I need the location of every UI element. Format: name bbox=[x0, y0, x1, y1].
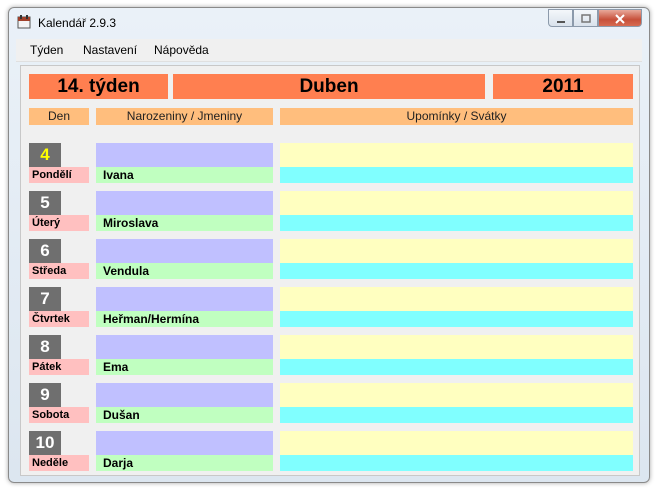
menu-nastaveni[interactable]: Nastavení bbox=[83, 43, 137, 57]
reminder-cell[interactable] bbox=[280, 239, 633, 263]
birthday-cell[interactable] bbox=[96, 287, 273, 311]
day-number: 8 bbox=[29, 335, 61, 359]
day-row-monday: 4 Pondělí Ivana bbox=[21, 143, 641, 187]
menu-napoveda[interactable]: Nápověda bbox=[154, 43, 209, 57]
reminder-cell[interactable] bbox=[280, 143, 633, 167]
calendar-app-icon bbox=[17, 15, 31, 29]
holiday-cell[interactable] bbox=[280, 215, 633, 231]
nameday-cell[interactable]: Ema bbox=[96, 359, 273, 375]
day-name: Neděle bbox=[29, 455, 89, 471]
column-header-birthdays: Narozeniny / Jmeniny bbox=[96, 108, 273, 125]
holiday-cell[interactable] bbox=[280, 455, 633, 471]
holiday-cell[interactable] bbox=[280, 263, 633, 279]
close-icon bbox=[615, 14, 625, 24]
nameday-cell[interactable]: Heřman/Hermína bbox=[96, 311, 273, 327]
day-name: Středa bbox=[29, 263, 89, 279]
day-row-tuesday: 5 Úterý Miroslava bbox=[21, 191, 641, 235]
caption-buttons bbox=[548, 9, 642, 27]
reminder-cell[interactable] bbox=[280, 287, 633, 311]
nameday-cell[interactable]: Darja bbox=[96, 455, 273, 471]
day-name: Čtvrtek bbox=[29, 311, 89, 327]
window-title: Kalendář 2.9.3 bbox=[38, 16, 117, 30]
day-number: 10 bbox=[29, 431, 61, 455]
birthday-cell[interactable] bbox=[96, 335, 273, 359]
day-name: Pondělí bbox=[29, 167, 89, 183]
maximize-icon bbox=[580, 14, 591, 23]
reminder-cell[interactable] bbox=[280, 191, 633, 215]
day-name: Úterý bbox=[29, 215, 89, 231]
day-number: 5 bbox=[29, 191, 61, 215]
day-number: 6 bbox=[29, 239, 61, 263]
nameday-cell[interactable]: Dušan bbox=[96, 407, 273, 423]
menu-tyden[interactable]: Týden bbox=[30, 43, 63, 57]
column-header-reminders: Upomínky / Svátky bbox=[280, 108, 633, 125]
day-row-friday: 8 Pátek Ema bbox=[21, 335, 641, 379]
birthday-cell[interactable] bbox=[96, 143, 273, 167]
menu-bar: Týden Nastavení Nápověda bbox=[16, 39, 642, 62]
day-name: Sobota bbox=[29, 407, 89, 423]
holiday-cell[interactable] bbox=[280, 407, 633, 423]
title-bar[interactable]: Kalendář 2.9.3 bbox=[9, 8, 649, 36]
column-header-day: Den bbox=[29, 108, 89, 125]
reminder-cell[interactable] bbox=[280, 383, 633, 407]
holiday-cell[interactable] bbox=[280, 311, 633, 327]
minimize-icon bbox=[556, 21, 565, 23]
calendar-panel: 14. týden Duben 2011 Den Narozeniny / Jm… bbox=[20, 65, 640, 476]
nameday-cell[interactable]: Ivana bbox=[96, 167, 273, 183]
nameday-cell[interactable]: Miroslava bbox=[96, 215, 273, 231]
birthday-cell[interactable] bbox=[96, 191, 273, 215]
month-header: Duben bbox=[173, 74, 485, 99]
day-name: Pátek bbox=[29, 359, 89, 375]
week-header: 14. týden bbox=[29, 74, 168, 99]
reminder-cell[interactable] bbox=[280, 431, 633, 455]
maximize-button[interactable] bbox=[573, 9, 598, 27]
minimize-button[interactable] bbox=[548, 9, 573, 27]
day-number: 4 bbox=[29, 143, 61, 167]
birthday-cell[interactable] bbox=[96, 431, 273, 455]
reminder-cell[interactable] bbox=[280, 335, 633, 359]
day-row-thursday: 7 Čtvrtek Heřman/Hermína bbox=[21, 287, 641, 331]
day-number: 9 bbox=[29, 383, 61, 407]
close-button[interactable] bbox=[598, 9, 642, 27]
holiday-cell[interactable] bbox=[280, 359, 633, 375]
day-row-saturday: 9 Sobota Dušan bbox=[21, 383, 641, 427]
year-header: 2011 bbox=[493, 74, 633, 99]
birthday-cell[interactable] bbox=[96, 239, 273, 263]
day-row-sunday: 10 Neděle Darja bbox=[21, 431, 641, 475]
nameday-cell[interactable]: Vendula bbox=[96, 263, 273, 279]
day-number: 7 bbox=[29, 287, 61, 311]
birthday-cell[interactable] bbox=[96, 383, 273, 407]
holiday-cell[interactable] bbox=[280, 167, 633, 183]
app-window: Kalendář 2.9.3 Týden Nastavení Nápověda … bbox=[8, 7, 650, 483]
day-row-wednesday: 6 Středa Vendula bbox=[21, 239, 641, 283]
